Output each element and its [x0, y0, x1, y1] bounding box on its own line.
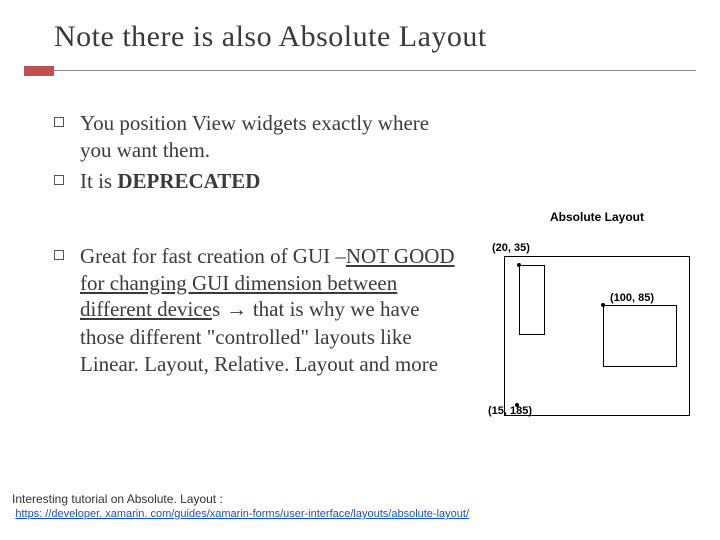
footer: Interesting tutorial on Absolute. Layout…	[12, 492, 469, 520]
diagram-rect-2	[603, 305, 677, 367]
footer-text: Interesting tutorial on Absolute. Layout…	[12, 492, 223, 506]
horizontal-rule	[54, 70, 696, 71]
bullet-1-text: You position View widgets exactly where …	[80, 111, 429, 162]
absolute-layout-diagram: Absolute Layout (20, 35) (100, 85) (15, …	[492, 210, 702, 450]
diagram-rect-1	[519, 265, 545, 335]
bullet-2-bold: DEPRECATED	[117, 169, 260, 193]
coord-label-1: (20, 35)	[492, 242, 530, 254]
footer-link[interactable]: https: //developer. xamarin. com/guides/…	[15, 508, 469, 520]
bullet-3: Great for fast creation of GUI –NOT GOOD…	[54, 243, 464, 378]
slide: Note there is also Absolute Layout You p…	[0, 0, 720, 540]
body-text: You position View widgets exactly where …	[54, 110, 464, 382]
bullet-3-pre: Great for fast creation of GUI –	[80, 244, 346, 268]
bullet-3-arrow: →	[220, 298, 253, 321]
diagram-dot-3	[515, 403, 519, 407]
accent-block	[24, 66, 54, 76]
bullet-spacer	[54, 199, 464, 239]
diagram-title: Absolute Layout	[492, 210, 702, 224]
bullet-3-s: s	[212, 297, 220, 321]
slide-title: Note there is also Absolute Layout	[0, 0, 720, 60]
title-rule	[0, 66, 720, 76]
bullet-1: You position View widgets exactly where …	[54, 110, 464, 164]
diagram-frame	[504, 256, 690, 416]
bullet-2: It is DEPRECATED	[54, 168, 464, 195]
bullet-2-pre: It is	[80, 169, 117, 193]
